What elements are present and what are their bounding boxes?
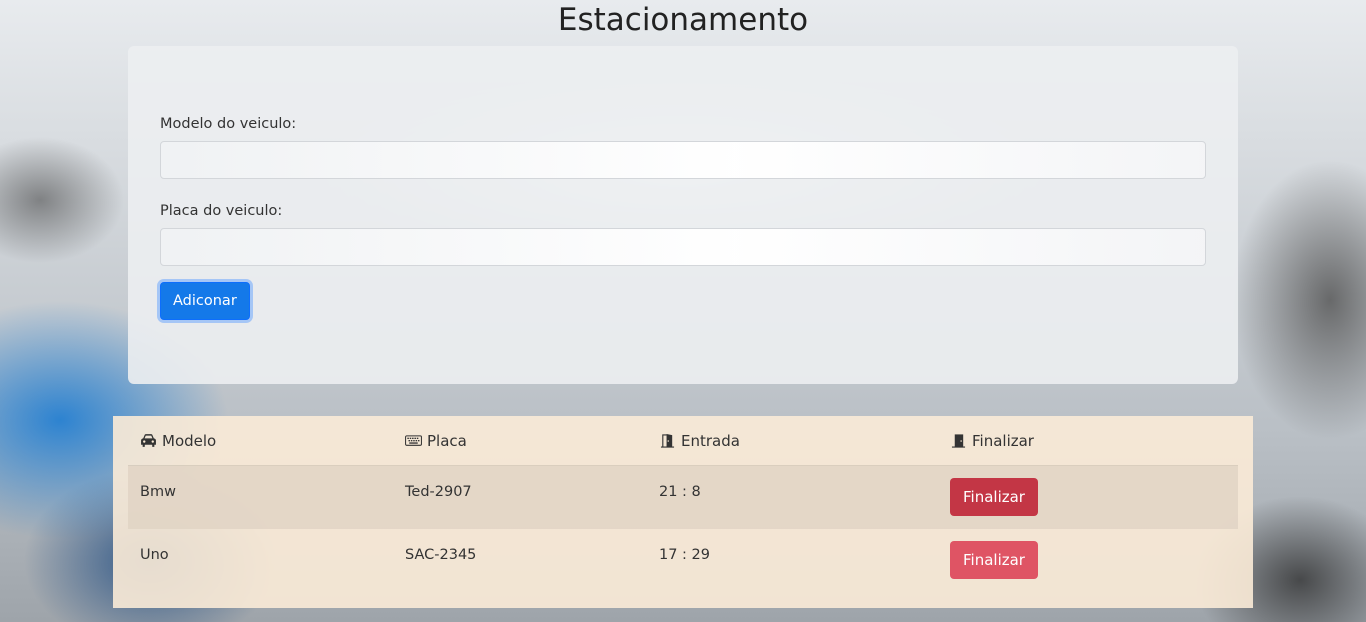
header-entry: Entrada (647, 432, 938, 450)
vehicles-table: Modelo Placa Entrada Finalizar Bmw Ted-2… (113, 416, 1253, 608)
finish-button[interactable]: Finalizar (950, 541, 1038, 579)
page-title: Estacionamento (557, 2, 809, 38)
header-model-label: Modelo (162, 431, 217, 450)
header-entry-label: Entrada (681, 431, 740, 450)
header-model: Modelo (128, 432, 393, 450)
door-closed-icon (951, 434, 966, 448)
cell-action: Finalizar (938, 541, 1238, 579)
model-input[interactable] (160, 141, 1206, 179)
cell-action: Finalizar (938, 478, 1238, 516)
add-button[interactable]: Adiconar (160, 282, 250, 320)
header-finish: Finalizar (938, 432, 1238, 450)
door-open-icon (660, 433, 675, 448)
cell-plate: SAC-2345 (405, 547, 477, 563)
car-icon (141, 434, 156, 447)
header-finish-label: Finalizar (972, 431, 1034, 450)
cell-model: Uno (140, 547, 169, 563)
table-header-row: Modelo Placa Entrada Finalizar (128, 416, 1238, 466)
cell-model: Bmw (140, 484, 176, 500)
cell-plate: Ted-2907 (405, 484, 472, 500)
model-label: Modelo do veiculo: (160, 116, 297, 132)
cell-entry: 21 : 8 (659, 484, 701, 500)
header-plate-label: Placa (427, 431, 467, 450)
finish-button[interactable]: Finalizar (950, 478, 1038, 516)
plate-input[interactable] (160, 228, 1206, 266)
keyboard-icon (405, 435, 422, 446)
header-plate: Placa (393, 432, 647, 450)
table-row: Bmw Ted-2907 21 : 8 Finalizar (128, 466, 1238, 529)
cell-entry: 17 : 29 (659, 547, 711, 563)
table-row: Uno SAC-2345 17 : 29 Finalizar (128, 529, 1238, 592)
plate-label: Placa do veiculo: (160, 203, 283, 219)
vehicle-form: Modelo do veiculo: Placa do veiculo: Adi… (128, 46, 1238, 384)
